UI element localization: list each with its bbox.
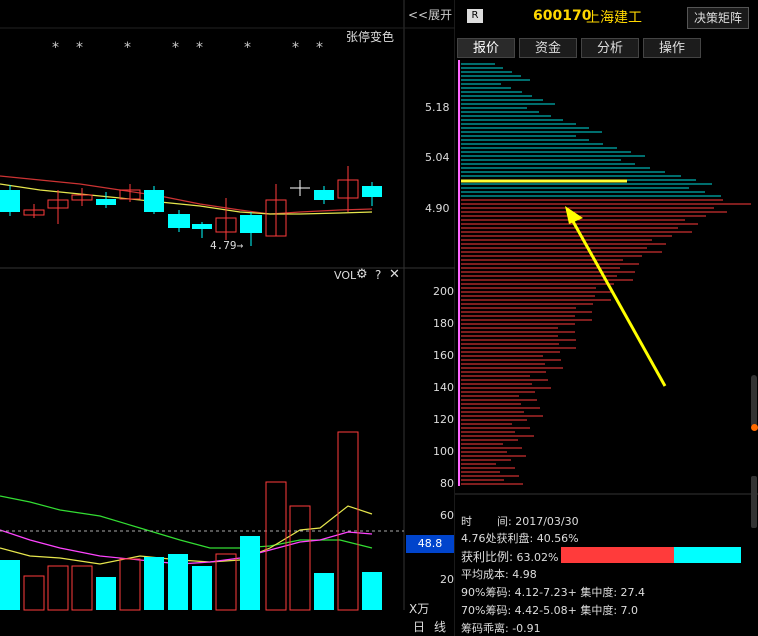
vol-bar — [144, 557, 164, 610]
star-marker: * — [172, 40, 179, 56]
period-day-button[interactable]: 日 — [413, 618, 425, 635]
vol-bar — [362, 572, 382, 610]
time-gap: 间: — [497, 515, 512, 528]
vol-label: VOL — [334, 269, 357, 282]
vol-bar — [119, 558, 141, 611]
star-marker: * — [124, 40, 131, 56]
chip-distribution-panel: R 600170 上海建工 决策矩阵 报价 资金 分析 操作 时 间: 2017… — [455, 0, 758, 636]
gear-icon[interactable]: ⚙ — [356, 267, 368, 282]
vol-bar — [47, 565, 69, 611]
vol-bar — [289, 505, 311, 611]
tab-operation[interactable]: 操作 — [643, 38, 701, 58]
chip-70: 70%筹码: 4.42-5.08+ 集中度: 7.0 — [461, 604, 639, 617]
help-icon[interactable]: ? — [375, 268, 381, 282]
profit-ratio-value: 63.02% — [516, 551, 559, 564]
scroll-thumb[interactable] — [751, 375, 758, 431]
profit-ratio-bar — [561, 547, 741, 563]
star-marker: * — [52, 40, 59, 56]
current-volume-badge: 48.8 — [406, 535, 454, 553]
decision-matrix-button[interactable]: 决策矩阵 — [687, 7, 749, 29]
profit-ratio-fill — [561, 547, 675, 563]
chip-bars — [461, 63, 751, 485]
star-marker: * — [292, 40, 299, 56]
vol-bar — [0, 560, 20, 610]
vol-bar — [71, 565, 93, 611]
vol-bar — [337, 431, 359, 611]
price-tick: 5.04 — [425, 151, 450, 164]
star-marker: * — [244, 40, 251, 56]
profit-at-price: 4.76处获利盘: 40.56% — [461, 532, 579, 545]
vol-bar — [168, 554, 188, 610]
time-label: 时 — [461, 515, 472, 528]
price-tick: 4.90 — [425, 202, 450, 215]
vol-tick: 200 — [433, 285, 454, 298]
vol-tick: 180 — [433, 317, 454, 330]
tab-quote[interactable]: 报价 — [457, 38, 515, 58]
vol-bar — [215, 553, 237, 611]
low-price-label: 4.79→ — [210, 239, 244, 252]
volume-bars — [0, 431, 382, 611]
stock-code: 600170 — [533, 8, 592, 24]
scroll-thumb-2[interactable] — [751, 476, 757, 528]
chip-distribution-chart — [455, 60, 758, 495]
close-icon[interactable]: ✕ — [389, 267, 400, 282]
vol-bar — [192, 566, 212, 610]
tab-funds[interactable]: 资金 — [519, 38, 577, 58]
chip-90: 90%筹码: 4.12-7.23+ 集中度: 27.4 — [461, 586, 646, 599]
candles — [0, 166, 382, 246]
vol-tick: 120 — [433, 413, 454, 426]
chart-canvas — [0, 0, 455, 636]
vol-tick: 60 — [440, 509, 454, 522]
vol-bar — [96, 577, 116, 610]
vol-tick: 140 — [433, 381, 454, 394]
kline-chart[interactable]: <<展开 张停变色 * * * * * * * * 5.18 5.04 4.90… — [0, 0, 455, 636]
vol-tick: 20 — [440, 573, 454, 586]
chip-divergence: 筹码乖离: -0.91 — [461, 622, 541, 635]
vol-tick: 160 — [433, 349, 454, 362]
annotation-arrow — [568, 215, 667, 387]
vol-tick: 80 — [440, 477, 454, 490]
price-tick: 5.18 — [425, 101, 450, 114]
star-marker: * — [196, 40, 203, 56]
arrow-head — [565, 206, 583, 224]
time-value: 2017/03/30 — [515, 515, 579, 528]
vol-bar — [314, 573, 334, 610]
vol-bar — [240, 536, 260, 610]
vol-tick: 100 — [433, 445, 454, 458]
vol-bar — [23, 575, 45, 611]
star-marker: * — [76, 40, 83, 56]
r-badge: R — [467, 9, 483, 23]
stock-name: 上海建工 — [586, 10, 642, 26]
period-line-button[interactable]: 线 — [434, 618, 446, 635]
avg-cost: 平均成本: 4.98 — [461, 568, 537, 581]
volume-unit: X万 — [409, 602, 430, 616]
limit-color-toggle[interactable]: 张停变色 — [346, 28, 394, 45]
tab-analysis[interactable]: 分析 — [581, 38, 639, 58]
profit-ratio-label: 获利比例: — [461, 550, 514, 564]
star-marker: * — [316, 40, 323, 56]
expand-button[interactable]: <<展开 — [408, 6, 452, 23]
